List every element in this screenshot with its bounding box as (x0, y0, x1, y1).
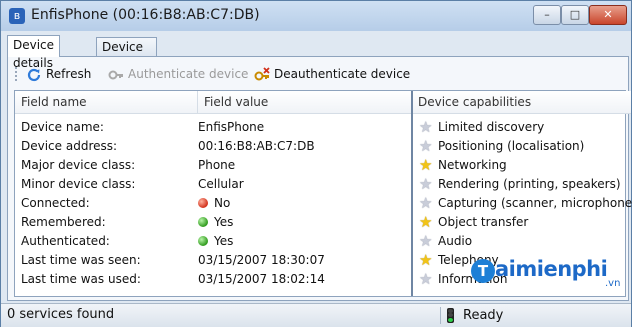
field-name: Last time was seen: (21, 253, 141, 267)
field-name: Major device class: (21, 158, 136, 172)
capability-item[interactable]: ★ Limited discovery (419, 118, 544, 137)
field-value: Cellular (198, 177, 244, 191)
tab-device-services[interactable]: Device services (96, 37, 158, 72)
watermark-text: aimienphi (495, 257, 608, 281)
details-row[interactable]: Authenticated: Yes (15, 232, 410, 251)
field-value-wrap: Yes (198, 213, 233, 232)
panel-splitter[interactable] (411, 91, 413, 296)
deauthenticate-label: Deauthenticate device (274, 67, 411, 81)
bluetooth-app-icon: ʙ (9, 8, 25, 24)
column-header-device-capabilities[interactable]: Device capabilities (412, 91, 631, 114)
watermark-logo: T aimienphi .vn (471, 254, 627, 290)
field-name: Connected: (21, 196, 90, 210)
title-bar[interactable]: ʙ EnfisPhone (00:16:B8:AB:C7:DB) – □ ✕ (1, 1, 631, 31)
status-green-icon (198, 217, 208, 227)
authenticate-device-button[interactable]: Authenticate device (108, 65, 248, 83)
authenticate-label: Authenticate device (128, 67, 249, 81)
column-header-field-name[interactable]: Field name (15, 91, 198, 114)
field-value-wrap: No (198, 194, 230, 213)
watermark-icon: T (471, 259, 495, 283)
details-row[interactable]: Last time was used: 03/15/2007 18:02:14 (15, 270, 410, 289)
details-row[interactable]: Last time was seen: 03/15/2007 18:30:07 (15, 251, 410, 270)
main-window: ʙ EnfisPhone (00:16:B8:AB:C7:DB) – □ ✕ D… (0, 0, 632, 327)
details-row[interactable]: Major device class: Phone (15, 156, 410, 175)
field-value: Yes (214, 215, 234, 229)
ready-status: Ready (463, 308, 504, 323)
star-icon: ★ (419, 194, 433, 212)
field-name: Device address: (21, 139, 118, 153)
star-icon: ★ (419, 232, 433, 250)
key-icon (108, 70, 123, 79)
maximize-button[interactable]: □ (561, 5, 589, 25)
star-icon: ★ (419, 137, 433, 155)
key-remove-icon (254, 66, 270, 80)
capability-label: Limited discovery (438, 120, 545, 134)
traffic-light-icon (447, 308, 454, 323)
capability-label: Positioning (localisation) (438, 139, 585, 153)
capability-item[interactable]: ★ Capturing (scanner, microphone) (419, 194, 632, 213)
star-icon: ★ (419, 118, 433, 136)
details-row[interactable]: Device address: 00:16:B8:AB:C7:DB (15, 137, 410, 156)
watermark-suffix: .vn (605, 278, 621, 289)
field-name: Remembered: (21, 215, 106, 229)
field-value: Phone (198, 158, 236, 172)
capability-label: Capturing (scanner, microphone) (438, 196, 632, 210)
star-icon: ★ (419, 156, 433, 174)
field-name: Last time was used: (21, 272, 141, 286)
field-value: 03/15/2007 18:02:14 (198, 272, 325, 286)
star-icon: ★ (419, 270, 433, 288)
deauthenticate-device-button[interactable]: Deauthenticate device (254, 65, 410, 83)
field-value: 03/15/2007 18:30:07 (198, 253, 325, 267)
star-icon: ★ (419, 251, 433, 269)
tab-device-details[interactable]: Device details (7, 35, 61, 70)
details-row[interactable]: Remembered: Yes (15, 213, 410, 232)
window-title: EnfisPhone (00:16:B8:AB:C7:DB) (31, 7, 260, 23)
field-value: No (214, 196, 231, 210)
minimize-button[interactable]: – (533, 5, 561, 25)
details-row[interactable]: Minor device class: Cellular (15, 175, 410, 194)
capability-item[interactable]: ★ Audio (419, 232, 472, 251)
field-value-wrap: Yes (198, 232, 233, 251)
toolbar: Refresh Authenticate device Deauthentica… (8, 57, 628, 91)
field-name: Authenticated: (21, 234, 110, 248)
capability-item[interactable]: ★ Rendering (printing, speakers) (419, 175, 621, 194)
field-value: Yes (214, 234, 234, 248)
column-header-field-value[interactable]: Field value (198, 91, 413, 114)
capability-label: Audio (438, 234, 473, 248)
capability-label: Object transfer (438, 215, 529, 229)
field-name: Device name: (21, 120, 104, 134)
star-icon: ★ (419, 213, 433, 231)
details-row[interactable]: Device name: EnfisPhone (15, 118, 410, 137)
status-divider (440, 307, 441, 324)
star-icon: ★ (419, 175, 433, 193)
status-red-icon (198, 198, 208, 208)
capability-item[interactable]: ★ Object transfer (419, 213, 528, 232)
close-button[interactable]: ✕ (589, 5, 627, 25)
field-value: 00:16:B8:AB:C7:DB (198, 139, 315, 153)
details-row[interactable]: Connected: No (15, 194, 410, 213)
capability-label: Rendering (printing, speakers) (438, 177, 621, 191)
capability-item[interactable]: ★ Networking (419, 156, 507, 175)
status-green-icon (198, 236, 208, 246)
field-value: EnfisPhone (198, 120, 265, 134)
capability-label: Networking (438, 158, 507, 172)
status-bar: 0 services found Ready (1, 303, 631, 327)
services-count-status: 0 services found (7, 307, 115, 322)
capability-item[interactable]: ★ Positioning (localisation) (419, 137, 584, 156)
field-name: Minor device class: (21, 177, 136, 191)
